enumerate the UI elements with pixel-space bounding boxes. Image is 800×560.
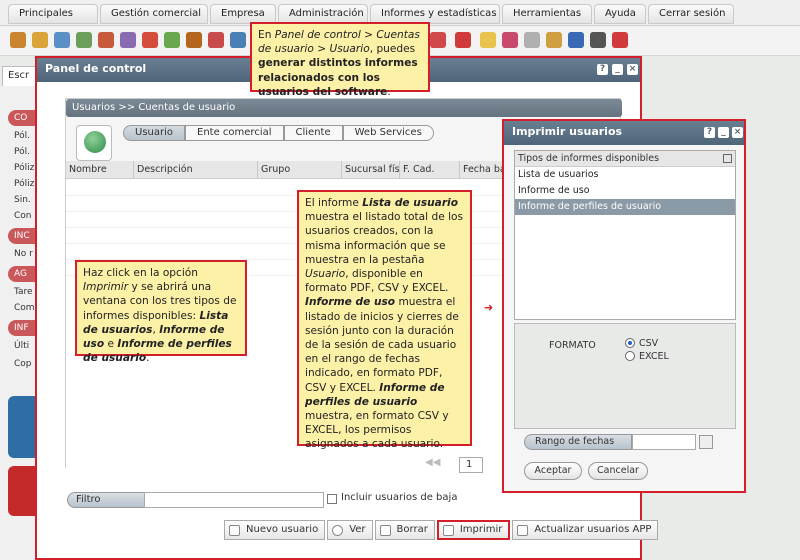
toolbar-icon[interactable] xyxy=(76,32,92,48)
toolbar-icon[interactable] xyxy=(32,32,48,48)
toolbar-icon[interactable] xyxy=(120,32,136,48)
toolbar-icon[interactable] xyxy=(430,32,446,48)
format-excel-label: EXCEL xyxy=(639,351,669,362)
toolbar-icon[interactable] xyxy=(502,32,518,48)
user-logo-icon xyxy=(76,125,112,161)
print-users-dialog: Imprimir usuarios ? _ × Tipos de informe… xyxy=(502,119,746,493)
report-types-header: Tipos de informes disponibles xyxy=(515,151,735,167)
user-type-tabs: Usuario Ente comercial Cliente Web Servi… xyxy=(123,125,434,141)
document-icon xyxy=(229,524,240,536)
filter-input[interactable] xyxy=(144,492,324,508)
help-icon[interactable]: ? xyxy=(597,64,608,75)
date-range-label: Rango de fechas xyxy=(524,434,632,450)
menu-cerrar-sesion[interactable]: Cerrar sesión xyxy=(648,4,734,24)
toolbar-icon[interactable] xyxy=(98,32,114,48)
page-number-input[interactable]: 1 xyxy=(459,457,483,473)
toolbar-icon[interactable] xyxy=(164,32,180,48)
format-label: FORMATO xyxy=(549,340,596,351)
callout-report-types: El informe Lista de usuario muestra el l… xyxy=(297,190,472,450)
callout-intro: En Panel de control > Cuentas de usuario… xyxy=(250,22,430,98)
accept-button[interactable]: Aceptar xyxy=(524,462,582,480)
toolbar-icon[interactable] xyxy=(208,32,224,48)
panel-title: Panel de control xyxy=(45,62,147,75)
menu-administracion[interactable]: Administración xyxy=(278,4,368,24)
report-item-perfiles-usuario[interactable]: Informe de perfiles de usuario xyxy=(515,199,735,215)
menu-informes[interactable]: Informes y estadísticas xyxy=(370,4,500,24)
toolbar-icon[interactable] xyxy=(54,32,70,48)
toolbar-icon[interactable] xyxy=(186,32,202,48)
menu-gestion-comercial[interactable]: Gestión comercial xyxy=(100,4,208,24)
format-csv-radio[interactable] xyxy=(625,338,635,348)
breadcrumb: Usuarios >> Cuentas de usuario xyxy=(66,99,622,117)
include-inactive-label: Incluir usuarios de baja xyxy=(341,492,458,503)
date-range-input[interactable] xyxy=(632,434,696,450)
eraser-icon xyxy=(379,524,391,536)
new-user-button[interactable]: Nuevo usuario xyxy=(224,520,326,540)
action-buttons: Nuevo usuario Ver Borrar Imprimir Actual… xyxy=(224,520,660,540)
dialog-title-bar: Imprimir usuarios ? _ × xyxy=(504,121,744,145)
cancel-button[interactable]: Cancelar xyxy=(588,462,648,480)
toolbar-icon[interactable] xyxy=(612,32,628,48)
close-icon[interactable]: × xyxy=(627,64,638,75)
toolbar-icon[interactable] xyxy=(455,32,471,48)
toolbar-icon[interactable] xyxy=(480,32,496,48)
delete-button[interactable]: Borrar xyxy=(374,520,435,540)
column-header[interactable]: F. Cad. xyxy=(400,161,460,178)
print-button[interactable]: Imprimir xyxy=(436,520,511,540)
filter-label: Filtro xyxy=(67,492,147,508)
arrow-right-icon: ➜ xyxy=(484,301,494,314)
column-header[interactable]: Sucursal físi xyxy=(342,161,400,178)
tab-web-services[interactable]: Web Services xyxy=(342,125,434,141)
printer-icon xyxy=(442,524,454,536)
toolbar-icon[interactable] xyxy=(142,32,158,48)
update-app-users-button[interactable]: Actualizar usuarios APP xyxy=(512,520,659,540)
column-menu-icon[interactable] xyxy=(723,154,732,163)
menu-herramientas[interactable]: Herramientas xyxy=(502,4,592,24)
column-header[interactable]: Grupo xyxy=(258,161,342,178)
dialog-title: Imprimir usuarios xyxy=(512,125,623,138)
toolbar-icon[interactable] xyxy=(546,32,562,48)
mobile-icon xyxy=(517,524,529,536)
menu-empresa[interactable]: Empresa xyxy=(210,4,276,24)
toolbar-icon[interactable] xyxy=(568,32,584,48)
minimize-icon[interactable]: _ xyxy=(612,64,623,75)
format-section: FORMATO CSV EXCEL xyxy=(514,323,736,429)
format-csv-label: CSV xyxy=(639,338,659,349)
toolbar-icon[interactable] xyxy=(590,32,606,48)
callout-print-instructions: Haz click en la opción Imprimir y se abr… xyxy=(75,260,247,364)
close-icon[interactable]: × xyxy=(732,127,743,138)
toolbar-icon[interactable] xyxy=(10,32,26,48)
toolbar-icon[interactable] xyxy=(524,32,540,48)
toolbar-icon[interactable] xyxy=(230,32,246,48)
report-item-lista-usuarios[interactable]: Lista de usuarios xyxy=(515,167,735,183)
menu-principales[interactable]: Principales xyxy=(8,4,98,24)
column-header[interactable]: Descripción xyxy=(134,161,258,178)
tab-cliente[interactable]: Cliente xyxy=(283,125,343,141)
background-tab[interactable]: Escr xyxy=(2,66,38,86)
report-types-list: Tipos de informes disponibles Lista de u… xyxy=(514,150,736,320)
pager-arrows[interactable]: ◀◀ xyxy=(425,457,440,468)
tab-ente-comercial[interactable]: Ente comercial xyxy=(185,125,284,141)
report-item-informe-uso[interactable]: Informe de uso xyxy=(515,183,735,199)
calendar-icon[interactable] xyxy=(699,435,713,449)
background-sidebar: CO Pól. Pól. Póliz Póliz Sin. Con INC No… xyxy=(0,86,40,560)
column-header[interactable]: Nombre xyxy=(66,161,134,178)
format-excel-radio[interactable] xyxy=(625,351,635,361)
include-inactive-checkbox[interactable] xyxy=(327,494,337,504)
menu-ayuda[interactable]: Ayuda xyxy=(594,4,646,24)
eye-icon xyxy=(332,524,344,536)
view-button[interactable]: Ver xyxy=(327,520,373,540)
help-icon[interactable]: ? xyxy=(704,127,715,138)
minimize-icon[interactable]: _ xyxy=(718,127,729,138)
tab-usuario[interactable]: Usuario xyxy=(123,125,186,141)
